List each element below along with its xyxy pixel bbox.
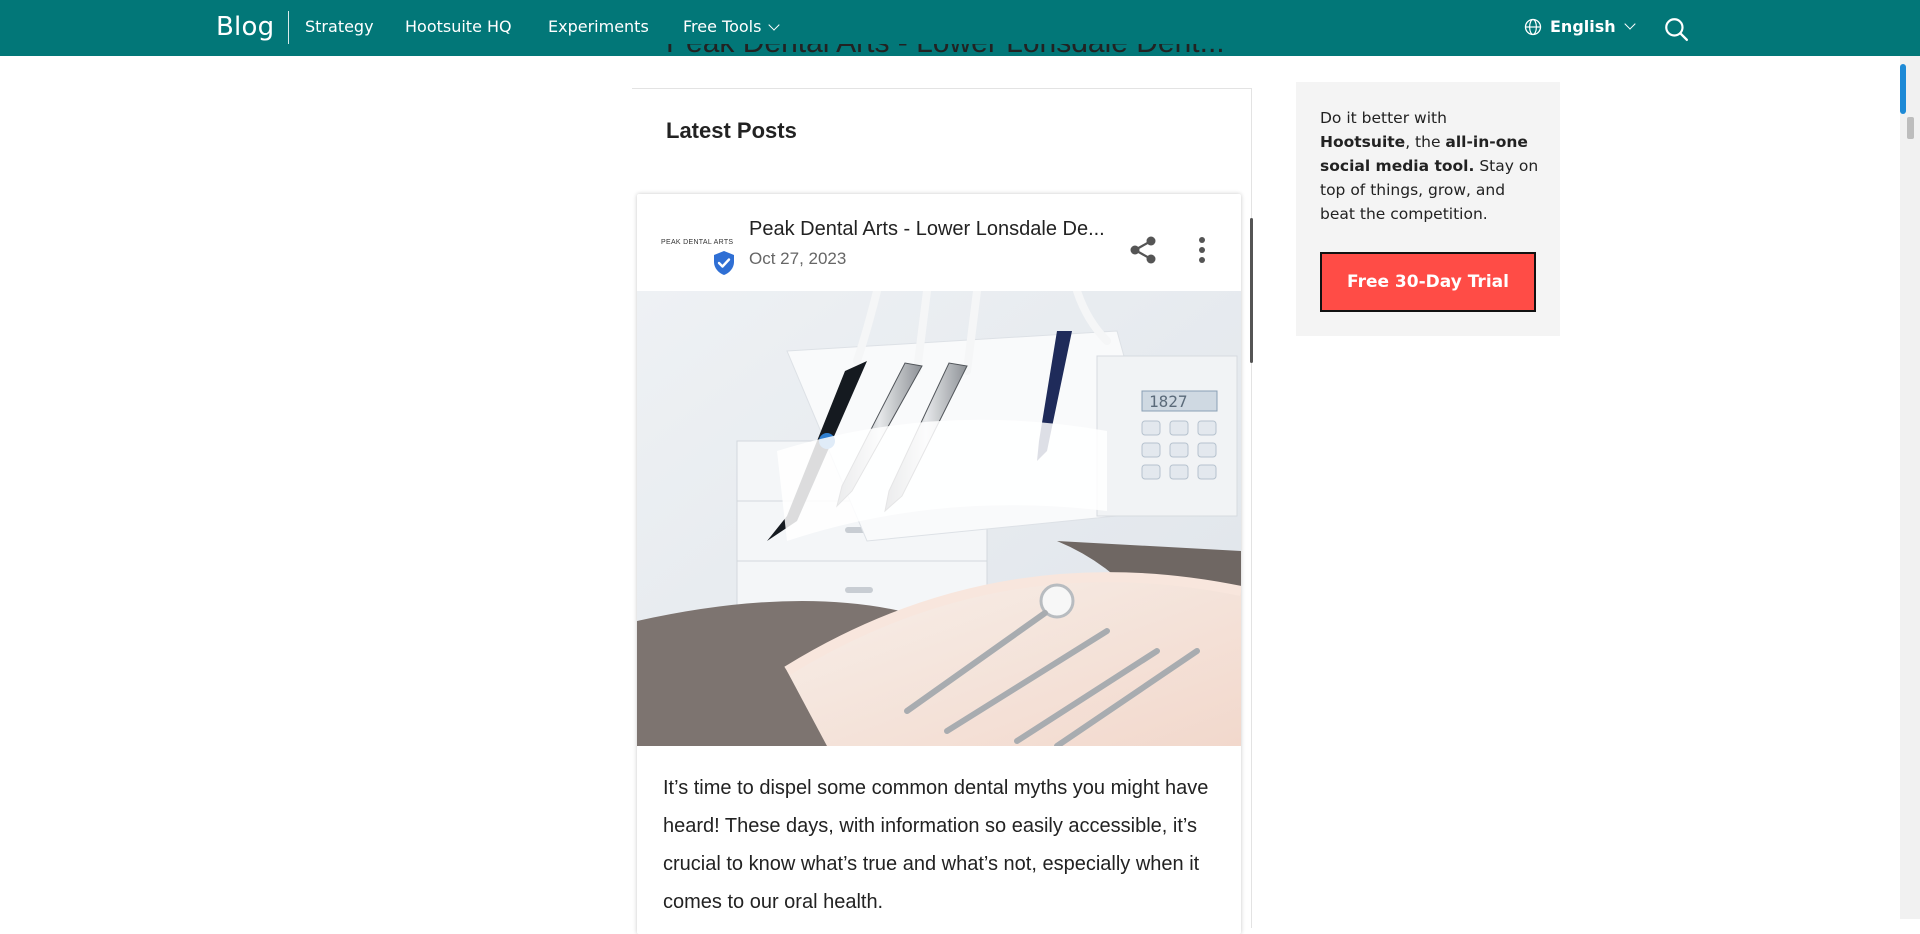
post-date: Oct 27, 2023 — [749, 249, 847, 268]
post-image-dental-instruments[interactable]: 1827 — [637, 291, 1241, 746]
widget-scrollbar[interactable] — [1250, 218, 1253, 363]
chevron-down-icon — [1623, 17, 1636, 30]
search-icon[interactable] — [1663, 16, 1689, 42]
sidebar-promo: Do it better with Hootsuite, the all-in-… — [1296, 82, 1560, 336]
post-card[interactable]: PEAK DENTAL ARTS Peak Dental Arts - Lowe… — [637, 194, 1241, 934]
share-icon[interactable] — [1127, 234, 1159, 266]
console-display-readout: 1827 — [1149, 392, 1188, 411]
language-label: English — [1550, 17, 1616, 36]
promo-text: Do it better with Hootsuite, the all-in-… — [1320, 106, 1540, 226]
page-scrollbar-thumb[interactable] — [1907, 117, 1914, 139]
chevron-down-icon — [768, 19, 781, 31]
free-tools-label: Free Tools — [683, 17, 762, 36]
business-logo-text: PEAK DENTAL ARTS — [661, 239, 734, 246]
nav-item-free-tools[interactable]: Free Tools — [683, 17, 781, 36]
globe-icon — [1524, 18, 1542, 35]
language-selector[interactable]: English — [1524, 17, 1636, 36]
blog-logo[interactable]: Blog — [216, 12, 274, 42]
page-scrollbar-track[interactable] — [1900, 56, 1920, 919]
latest-posts-heading: Latest Posts — [666, 118, 797, 143]
post-title[interactable]: Peak Dental Arts - Lower Lonsdale De... — [749, 218, 1129, 241]
article-title-cut-off: Peak Dental Arts - Lower Lonsdale Dent..… — [666, 44, 1226, 68]
page-scroll-indicator — [1900, 64, 1906, 114]
nav-item-strategy[interactable]: Strategy — [305, 17, 374, 36]
free-trial-button[interactable]: Free 30-Day Trial — [1320, 252, 1536, 312]
verified-badge-icon — [714, 251, 734, 275]
more-options-icon[interactable] — [1195, 234, 1209, 266]
nav-item-experiments[interactable]: Experiments — [548, 17, 649, 36]
promo-mid: , the — [1405, 133, 1446, 151]
promo-brand: Hootsuite — [1320, 133, 1406, 151]
dental-equipment-illustration: 1827 — [637, 291, 1241, 746]
post-excerpt: It’s time to dispel some common dental m… — [663, 777, 1209, 913]
promo-line1: Do it better with — [1320, 109, 1447, 127]
nav-item-hootsuite-hq[interactable]: Hootsuite HQ — [405, 17, 512, 36]
brand-divider — [288, 11, 289, 44]
